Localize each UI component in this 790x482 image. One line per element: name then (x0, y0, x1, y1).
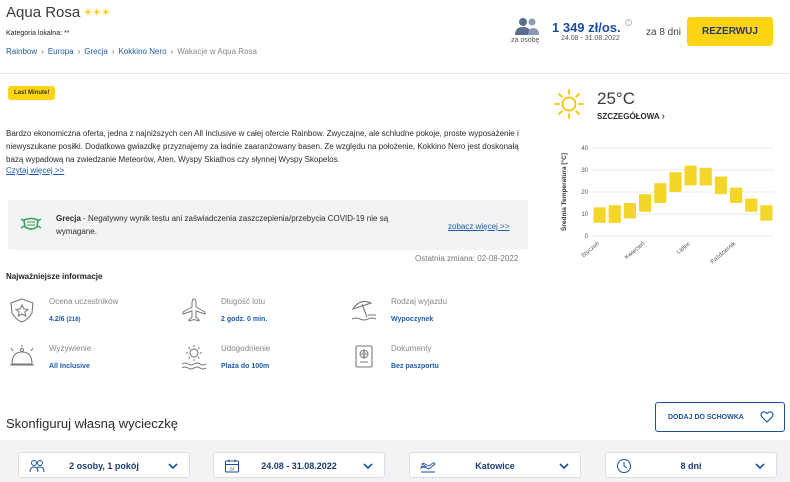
chart-xtick-label: Styczeń (581, 241, 601, 259)
passport-icon (355, 345, 373, 368)
last-minute-badge: Last Minute! (8, 86, 56, 100)
chart-bar-8 (699, 167, 712, 186)
duration-select[interactable]: 8 dni (605, 452, 777, 478)
people-icon (515, 18, 539, 35)
info-food: Wyżywienie All Inclusive (8, 344, 168, 384)
chart-bar-12 (760, 205, 773, 221)
sun-waves-icon (181, 345, 207, 370)
breadcrumb-rainbow[interactable]: Rainbow (6, 47, 37, 56)
chart-ylabel: Średnia Temperatura [°C] (559, 153, 568, 231)
info-documents-value: Bez paszportu (391, 363, 439, 370)
info-amenity-label: Udogodnienie (221, 344, 271, 353)
info-documents-label: Dokumenty (391, 344, 432, 353)
read-more-link[interactable]: Czytaj więcej >> (6, 166, 64, 175)
beach-umbrella-icon (351, 300, 377, 321)
chart-ytick-label: 10 (581, 212, 588, 218)
chevron-down-icon (559, 463, 569, 470)
info-amenity-value: Plaża do 100m (221, 363, 270, 370)
current-temperature: 25°C (597, 89, 635, 108)
chart-bar-6 (669, 172, 682, 192)
chevron-down-icon (755, 463, 765, 470)
chart-bar-2 (608, 205, 621, 223)
chart-ytick-label: 40 (581, 146, 588, 152)
price: 1 349 zł/os. (552, 20, 621, 35)
temperature-chart: Średnia Temperatura [°C] 0 10 20 30 40 Styczeń… (559, 146, 774, 265)
offer-dates: 24.08 - 31.08.2022 (561, 35, 620, 42)
info-food-label: Wyżywienie (49, 344, 92, 353)
chevron-right-icon: › (170, 47, 174, 56)
covid-country: Grecja (56, 214, 81, 223)
covid-info-box: Grecja - Negatywny wynik testu ani zaświ… (8, 200, 528, 250)
chart-xtick-label: Lipiec (676, 241, 692, 256)
info-flight-value: 2 godz. 0 min. (221, 316, 268, 323)
chevron-down-icon (363, 463, 373, 470)
breadcrumb: Rainbow › Europa › Grecja › Kokkino Nero › Wakac… (6, 47, 257, 56)
chevron-right-icon: › (661, 111, 665, 122)
breadcrumb-kokkino-nero[interactable]: Kokkino Nero (119, 47, 167, 56)
chevron-right-icon: › (77, 47, 81, 56)
offer-description: Bardzo ekonomiczna oferta, jedna z najni… (6, 129, 519, 164)
info-rating-label: Ocena uczestników (49, 297, 119, 306)
dates-select[interactable]: 24 24.08 - 31.08.2022 (213, 452, 385, 478)
covid-text: Grecja - Negatywny wynik testu ani zaświ… (56, 212, 396, 238)
info-flight-label: Długość lotu (221, 297, 266, 306)
info-food-value: All Inclusive (49, 363, 90, 370)
chart-xtick-label: Kwiecień (624, 241, 646, 261)
food-cloche-icon (10, 345, 34, 366)
travelers-value: 2 osoby, 1 pokój (69, 461, 139, 471)
duration-label: za 8 dni (646, 27, 682, 38)
face-mask-icon (20, 217, 42, 230)
chart-bar-5 (654, 183, 667, 203)
rezerwuj-button[interactable]: REZERWUJ (687, 17, 773, 46)
za-osobe-label: za osobę (511, 37, 540, 44)
weather-details-link[interactable]: SZCZEGÓŁOWA › (597, 111, 665, 122)
chart-bar-10 (730, 187, 743, 203)
chart-ytick-label: 20 (581, 190, 588, 196)
travelers-select[interactable]: 2 osoby, 1 pokój (18, 452, 190, 478)
last-change-date: Ostatnia zmiana: 02-08-2022 (415, 254, 519, 263)
key-info-title: Najważniejsze informacje (6, 272, 103, 281)
info-trip-type-value: Wypoczynek (391, 316, 434, 323)
hotel-stars: ☀☀☀ (83, 7, 111, 19)
departure-select[interactable]: Katowice (409, 452, 581, 478)
info-rating: Ocena uczestników 4.2/6 (216) (8, 297, 168, 337)
chart-ytick-label: 0 (585, 234, 589, 240)
departure-value: Katowice (475, 461, 515, 471)
breadcrumb-grecja[interactable]: Grecja (84, 47, 108, 56)
chevron-right-icon: › (41, 47, 44, 56)
chart-bar-7 (684, 165, 697, 186)
add-to-favorites-button[interactable]: DODAJ DO SCHOWKA (655, 402, 785, 432)
chart-bar-11 (745, 198, 758, 212)
chart-bar-3 (623, 203, 636, 219)
heart-icon (760, 411, 774, 423)
info-trip-type: Rodzaj wyjazdu Wypoczynek (350, 297, 510, 337)
chevron-down-icon (168, 463, 178, 470)
offer-header: Aqua Rosa ☀☀☀ Kategoria lokalna: ** Rain… (0, 0, 790, 74)
chart-bar-1 (593, 207, 606, 223)
chart-bar-4 (639, 194, 652, 212)
chevron-right-icon: › (111, 47, 115, 56)
hotel-name: Aqua Rosa (6, 4, 81, 21)
config-title: Skonfiguruj własną wycieczkę (6, 416, 178, 431)
chart-bar-9 (714, 176, 727, 195)
breadcrumb-europa[interactable]: Europa (48, 47, 74, 56)
duration-value: 8 dni (680, 461, 702, 471)
info-documents: Dokumenty Bez paszportu (350, 344, 510, 384)
chart-xtick-label: Październik (710, 240, 738, 265)
chart-ytick-label: 30 (581, 168, 588, 174)
info-amenity: Udogodnienie Plaża do 100m (180, 344, 340, 384)
breadcrumb-current: Wakacje w Aqua Rosa (177, 47, 257, 56)
kategoria-lokalna: Kategoria lokalna: ** (6, 30, 70, 37)
sun-icon (554, 89, 584, 119)
airplane-icon (182, 298, 206, 322)
info-flight: Długość lotu 2 godz. 0 min. (180, 297, 340, 337)
config-bar: 2 osoby, 1 pokój 24 24.08 - 31.08.2022 K… (0, 440, 790, 482)
star-shield-icon (10, 298, 34, 323)
covid-message: - Negatywny wynik testu ani zaświadczeni… (56, 214, 389, 236)
covid-more-link[interactable]: zobacz więcej >> (448, 222, 509, 231)
info-icon[interactable]: i (625, 19, 632, 26)
dates-value: 24.08 - 31.08.2022 (261, 461, 337, 471)
info-rating-value[interactable]: 4.2/6 (216) (49, 316, 81, 323)
info-trip-type-label: Rodzaj wyjazdu (391, 297, 448, 306)
